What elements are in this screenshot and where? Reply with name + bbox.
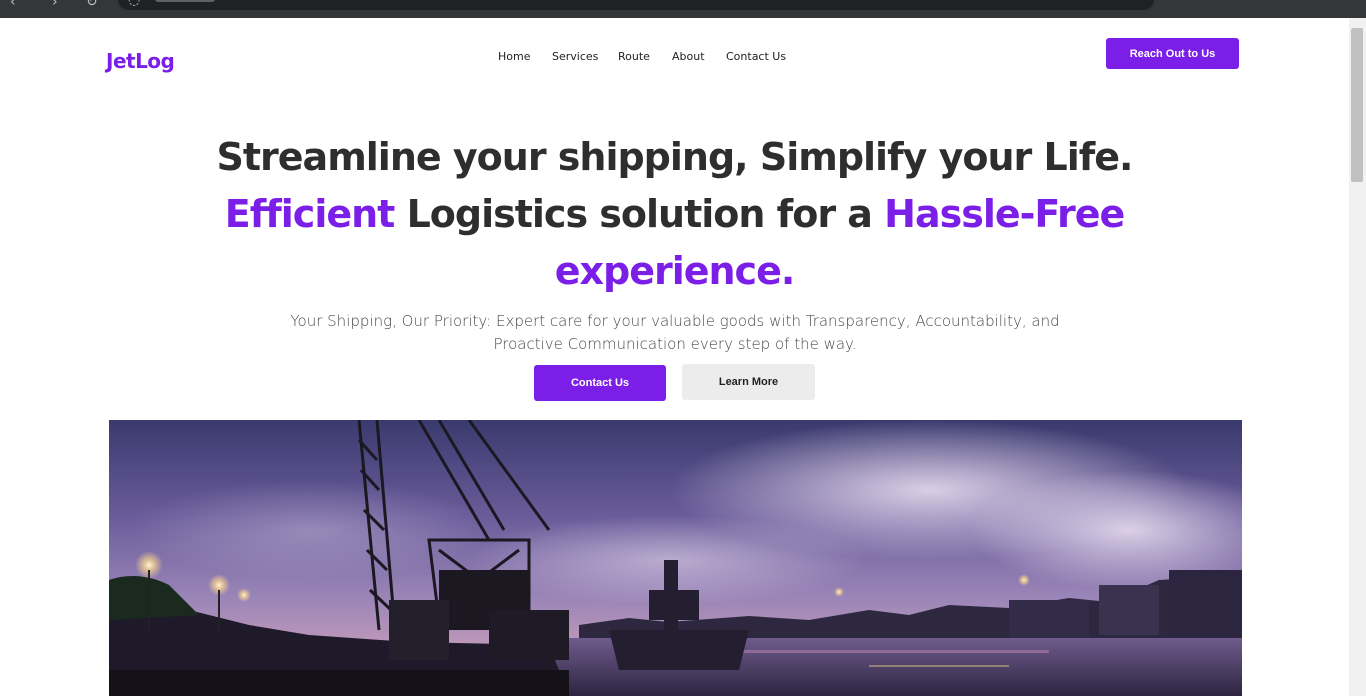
nav-about[interactable]: About: [672, 50, 705, 63]
browser-toolbar: ‹ › ↻ ◌: [0, 0, 1366, 18]
hero-subtitle: Your Shipping, Our Priority: Expert care…: [290, 312, 1060, 353]
forward-icon[interactable]: ›: [52, 0, 58, 10]
back-icon[interactable]: ‹: [10, 0, 16, 10]
nav-home[interactable]: Home: [498, 50, 530, 63]
hero-headline-line1: Streamline your shipping, Simplify your …: [216, 135, 1134, 179]
hero-image: [109, 420, 1242, 696]
headline-accent-hassle-free: Hassle-Free: [884, 192, 1125, 236]
hero-headline-line3: experience.: [554, 249, 796, 293]
page: JetLog Home Services Route About Contact…: [0, 18, 1349, 696]
reload-icon[interactable]: ↻: [86, 0, 98, 10]
harbor-photo: [109, 420, 1242, 696]
nav-contact-us[interactable]: Contact Us: [726, 50, 786, 63]
headline-accent-efficient: Efficient: [224, 192, 396, 236]
learn-more-button[interactable]: Learn More: [682, 364, 815, 400]
page-scrollbar[interactable]: [1349, 18, 1366, 696]
headline-middle: Logistics solution for a: [394, 192, 885, 236]
reach-out-button[interactable]: Reach Out to Us: [1106, 38, 1239, 69]
site-info-icon[interactable]: ◌: [128, 0, 140, 8]
address-text: [155, 0, 215, 2]
nav-services[interactable]: Services: [552, 50, 598, 63]
address-bar[interactable]: ◌: [118, 0, 1154, 10]
hero-headline-line2: Efficient Logistics solution for a Hassl…: [0, 192, 1349, 236]
scrollbar-thumb[interactable]: [1351, 28, 1363, 182]
nav-route[interactable]: Route: [618, 50, 650, 63]
contact-us-button[interactable]: Contact Us: [534, 365, 666, 401]
